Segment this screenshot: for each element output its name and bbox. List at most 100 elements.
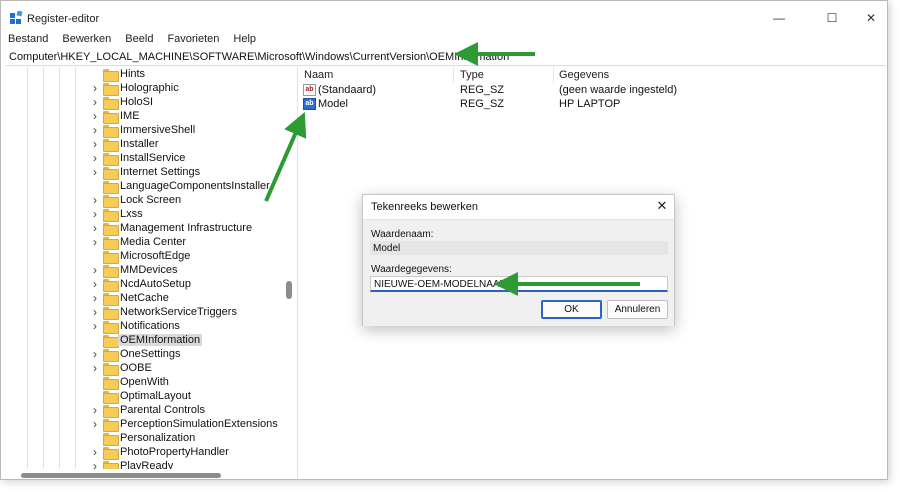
- menu-bewerken[interactable]: Bewerken: [55, 31, 118, 48]
- tree-vertical-scrollbar[interactable]: [285, 67, 293, 467]
- chevron-right-icon[interactable]: ›: [93, 82, 101, 94]
- list-row-standaard[interactable]: ab (Standaard) REG_SZ (geen waarde inges…: [301, 83, 887, 97]
- folder-icon: [103, 363, 119, 376]
- list-row-model[interactable]: ab Model REG_SZ HP LAPTOP: [301, 97, 887, 111]
- tree-item-label: MMDevices: [120, 264, 178, 276]
- address-bar[interactable]: Computer\HKEY_LOCAL_MACHINE\SOFTWARE\Mic…: [6, 48, 886, 66]
- tree-horizontal-scroll-thumb[interactable]: [21, 473, 221, 478]
- tree-item[interactable]: › Notifications: [6, 317, 286, 335]
- column-header-name[interactable]: Naam: [304, 69, 333, 81]
- tree-item[interactable]: › PhotoPropertyHandler: [6, 443, 286, 461]
- tree-item-label: ImmersiveShell: [120, 124, 196, 136]
- chevron-right-icon[interactable]: ›: [93, 152, 101, 164]
- tree-item[interactable]: › MMDevices: [6, 261, 286, 279]
- column-separator[interactable]: [453, 67, 454, 83]
- tree-item[interactable]: › PerceptionSimulationExtensions: [6, 415, 286, 433]
- chevron-right-icon[interactable]: ›: [93, 138, 101, 150]
- list-header: Naam Type Gegevens: [301, 67, 887, 83]
- tree-item[interactable]: › ImmersiveShell: [6, 121, 286, 139]
- chevron-right-icon[interactable]: ›: [93, 362, 101, 374]
- tree-item-label: OpenWith: [120, 376, 169, 388]
- dialog-close-icon[interactable]: ✕: [654, 198, 670, 214]
- chevron-right-icon[interactable]: ›: [93, 96, 101, 108]
- minimize-icon: —: [773, 11, 785, 25]
- close-button[interactable]: ✕: [851, 7, 891, 29]
- tree-horizontal-scrollbar[interactable]: [6, 471, 288, 479]
- chevron-right-icon[interactable]: ›: [93, 404, 101, 416]
- tree-item[interactable]: OpenWith: [6, 373, 286, 391]
- folder-icon: [103, 251, 119, 264]
- tree-item[interactable]: › Media Center: [6, 233, 286, 251]
- chevron-right-icon[interactable]: ›: [93, 124, 101, 136]
- tree-vertical-scroll-thumb[interactable]: [286, 281, 292, 299]
- cancel-button[interactable]: Annuleren: [607, 300, 668, 319]
- menu-beeld[interactable]: Beeld: [118, 31, 160, 48]
- maximize-button[interactable]: ☐: [812, 7, 852, 29]
- chevron-right-icon[interactable]: ›: [93, 348, 101, 360]
- chevron-right-icon[interactable]: ›: [93, 460, 101, 469]
- ok-button[interactable]: OK: [541, 300, 602, 319]
- chevron-right-icon[interactable]: ›: [93, 278, 101, 290]
- menu-help[interactable]: Help: [226, 31, 263, 48]
- tree-item[interactable]: › NetCache: [6, 289, 286, 307]
- tree-item-label: MicrosoftEdge: [120, 250, 191, 262]
- chevron-right-icon[interactable]: ›: [93, 222, 101, 234]
- tree-item[interactable]: › Holographic: [6, 79, 286, 97]
- menu-bestand[interactable]: Bestand: [1, 31, 55, 48]
- chevron-right-icon[interactable]: ›: [93, 208, 101, 220]
- chevron-right-icon[interactable]: ›: [93, 236, 101, 248]
- tree-item[interactable]: › Internet Settings: [6, 163, 286, 181]
- value-data-input[interactable]: NIEUWE-OEM-MODELNAAM: [370, 276, 668, 292]
- menu-bar: Bestand Bewerken Beeld Favorieten Help: [1, 31, 263, 48]
- folder-icon: [103, 209, 119, 222]
- tree-item-label: Personalization: [120, 432, 196, 444]
- tree-item[interactable]: › Lock Screen: [6, 191, 286, 209]
- chevron-right-icon[interactable]: ›: [93, 292, 101, 304]
- tree-item[interactable]: › Lxss: [6, 205, 286, 223]
- column-separator[interactable]: [553, 67, 554, 83]
- chevron-right-icon[interactable]: ›: [93, 306, 101, 318]
- tree-item[interactable]: › IME: [6, 107, 286, 125]
- folder-icon: [103, 377, 119, 390]
- folder-icon: [103, 419, 119, 432]
- tree-item[interactable]: › InstallService: [6, 149, 286, 167]
- column-header-data[interactable]: Gegevens: [559, 69, 609, 81]
- tree-item[interactable]: Hints: [6, 67, 286, 83]
- chevron-right-icon[interactable]: ›: [93, 194, 101, 206]
- chevron-right-icon[interactable]: ›: [93, 166, 101, 178]
- tree-item-label: Management Infrastructure: [120, 222, 253, 234]
- tree-item[interactable]: LanguageComponentsInstaller: [6, 177, 286, 195]
- tree-item[interactable]: › OOBE: [6, 359, 286, 377]
- tree-item[interactable]: › HoloSI: [6, 93, 286, 111]
- minimize-button[interactable]: —: [759, 7, 799, 29]
- folder-icon: [103, 461, 119, 469]
- value-name-label: Waardenaam:: [371, 229, 434, 240]
- tree-item[interactable]: › NetworkServiceTriggers: [6, 303, 286, 321]
- tree-item[interactable]: Personalization: [6, 429, 286, 447]
- tree-item-label: PlayReady: [120, 460, 174, 469]
- tree-item-label: Installer: [120, 138, 159, 150]
- tree-item[interactable]: › OneSettings: [6, 345, 286, 363]
- tree-item[interactable]: MicrosoftEdge: [6, 247, 286, 265]
- tree-item[interactable]: › PlayReady: [6, 457, 286, 469]
- chevron-right-icon[interactable]: ›: [93, 264, 101, 276]
- chevron-right-icon[interactable]: ›: [93, 418, 101, 430]
- menu-favorieten[interactable]: Favorieten: [160, 31, 226, 48]
- chevron-right-icon[interactable]: ›: [93, 110, 101, 122]
- tree-guide-line: [59, 457, 60, 469]
- column-header-type[interactable]: Type: [460, 69, 484, 81]
- tree-item[interactable]: › Management Infrastructure: [6, 219, 286, 237]
- value-name: Model: [318, 98, 348, 110]
- tree-item[interactable]: OEMInformation: [6, 331, 286, 349]
- tree-item[interactable]: › Parental Controls: [6, 401, 286, 419]
- tree-guide-line: [75, 457, 76, 469]
- tree-item[interactable]: OptimalLayout: [6, 387, 286, 405]
- tree-item[interactable]: › NcdAutoSetup: [6, 275, 286, 293]
- chevron-right-icon[interactable]: ›: [93, 446, 101, 458]
- tree-item-label: Holographic: [120, 82, 179, 94]
- folder-icon: [103, 69, 119, 82]
- chevron-right-icon[interactable]: ›: [93, 320, 101, 332]
- folder-icon: [103, 349, 119, 362]
- tree-item[interactable]: › Installer: [6, 135, 286, 153]
- folder-icon: [103, 195, 119, 208]
